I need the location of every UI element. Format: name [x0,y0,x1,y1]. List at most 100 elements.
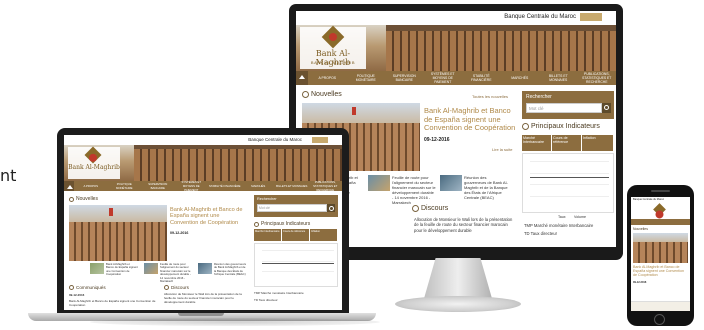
monitor-base [395,296,521,312]
communiques-date: 09-12-2016 [69,293,85,297]
nav-item-apropos[interactable]: A PROPOS [308,76,347,80]
logo-emblem-icon[interactable] [653,203,666,216]
topbar-title: Banque Centrale du Maroc [248,137,302,142]
site-header: Bank Al-Maghrib BANK AL-MAGHRIB [296,25,616,71]
clipped-text: nt [0,166,17,185]
nav-item-politique[interactable]: POLITIQUE MONÉTAIRE [108,182,142,190]
search-icon[interactable] [327,204,335,212]
tab-cours[interactable]: Cours de référence [552,135,582,151]
tab-interbancaire[interactable]: Marché Interbancaire [254,229,282,241]
discours-title: Discours [412,205,448,212]
home-button[interactable] [654,314,665,325]
tab-inflation[interactable]: Inflation [310,229,338,241]
nav-item-systemes[interactable]: SYSTÈMES ET MOYENS DE PAIEMENT [175,180,209,192]
news-section-title: Nouvelles [633,227,648,231]
read-more-link[interactable]: Lire la suite [492,147,512,152]
discours-text[interactable]: Allocution de Monsieur le Wali lors de l… [414,217,514,233]
site-header: Bank Al-Maghrib [64,145,342,181]
laptop-notch [178,313,224,316]
news-headline[interactable]: Bank Al-Maghrib et Banco de España signe… [170,207,246,226]
nav-item-supervision[interactable]: SUPERVISION BANCAIRE [385,74,424,82]
top-bar: Banque Centrale du Maroc [296,11,616,25]
news-date: 09-12-2016 [424,137,450,143]
bank-logo[interactable]: Bank Al-Maghrib [68,146,120,179]
laptop-site: Banque Centrale du Maroc Bank Al-Maghrib… [64,135,342,310]
indicators-chart [522,153,614,213]
news-item-2[interactable]: Feuille de route pour l'alignement du se… [392,175,436,205]
home-icon[interactable] [296,71,308,85]
news-item-3[interactable]: Réunion des gouverneurs de Bank Al-Maghr… [214,262,248,277]
communiques-icon [69,285,74,290]
search-input[interactable]: Mot clé [526,103,602,113]
nav-item-marches[interactable]: MARCHÉS [242,184,276,188]
bank-logo[interactable]: Bank Al-Maghrib BANK AL-MAGHRIB [300,25,366,69]
news-icon [302,91,309,98]
news-icon [69,196,74,202]
news-thumb-1[interactable] [90,263,104,274]
logo-emblem-icon [84,146,102,164]
tab-interbancaire[interactable]: Marché Interbancaire [522,135,552,151]
discours-text[interactable]: Allocution de Monsieur le Wali lors de l… [164,292,250,305]
nav-item-publications[interactable]: PUBLICATIONS, STATISTIQUES ET RECHERCHE [309,180,343,192]
bullet-tmp[interactable]: TMP Marché monétaire Interbancaire [254,291,304,295]
logo-name-en: BANK AL-MAGHRIB [310,60,356,65]
nav-item-politique[interactable]: POLITIQUE MONÉTAIRE [347,74,386,82]
phone-speaker [651,190,670,192]
news-thumb-2[interactable] [368,175,390,191]
topbar-title: Banque Centrale du Maroc [504,14,576,20]
phone-site: Banque Centrale du Maroc Nouvelles Bank … [631,197,690,311]
top-bar: Banque Centrale du Maroc [64,135,342,145]
news-date: 09-12-2016 [170,231,189,235]
legend-taux: Taux [558,215,566,219]
bullet-tmp[interactable]: TMP Marché monétaire Interbancaire [524,223,593,228]
nav-item-systemes[interactable]: SYSTÈMES ET MOYENS DE PAIEMENT [424,72,463,84]
chart-series-taux [530,177,610,179]
main-nav: A PROPOS POLITIQUE MONÉTAIRE SUPERVISION… [296,71,616,85]
language-switch[interactable] [580,13,602,21]
bullet-td[interactable]: TD Taux directeur [254,298,278,302]
nav-item-billets[interactable]: BILLETS ET MONNAIES [275,184,309,188]
news-thumb-2[interactable] [144,263,158,274]
news-item-1[interactable]: Bank Al-Maghrib et Banco de España signe… [106,262,138,277]
indicators-icon [254,221,259,227]
laptop-screen: Banque Centrale du Maroc Bank Al-Maghrib… [64,135,342,310]
indicators-icon [522,123,529,130]
search-input[interactable]: Mot clé [257,204,327,212]
laptop-shadow [90,318,380,326]
communiques-text[interactable]: Bank Al-Maghrib et Banco de España signe… [69,299,159,307]
news-item-3[interactable]: Réunion des gouverneurs de Bank Al-Maghr… [464,175,508,200]
news-headline[interactable]: Bank Al-Maghrib et Banco de España signe… [633,265,688,277]
news-hero-image[interactable] [633,233,688,263]
nav-item-billets[interactable]: BILLETS ET MONNAIES [539,74,578,82]
main-nav: A PROPOS POLITIQUE MONÉTAIRE SUPERVISION… [64,180,343,192]
news-hero-image[interactable] [69,205,167,261]
nav-item-supervision[interactable]: SUPERVISION BANCAIRE [141,182,175,190]
nav-item-apropos[interactable]: A PROPOS [74,184,108,188]
news-date: 09-12-2016 [633,281,647,284]
nav-item-stabilite[interactable]: STABILITÉ FINANCIÈRE [208,184,242,188]
nav-item-publications[interactable]: PUBLICATIONS, STATISTIQUES ET RECHERCHE [578,72,617,84]
nav-item-marches[interactable]: MARCHÉS [501,76,540,80]
logo-emblem-icon [321,25,345,49]
tab-cours[interactable]: Cours de référence [282,229,310,241]
indicators-chart [254,243,338,287]
all-news-link[interactable]: Toutes les nouvelles [472,94,508,99]
news-section-title: Nouvelles [69,196,98,202]
news-thumb-3[interactable] [198,263,212,274]
nav-item-stabilite[interactable]: STABILITÉ FINANCIÈRE [462,74,501,82]
main-nav[interactable] [631,219,690,225]
news-thumb-3[interactable] [440,175,462,191]
home-icon[interactable] [64,181,74,191]
communiques-title: Communiqués [69,285,106,290]
tab-inflation[interactable]: Inflation [582,135,614,151]
chart-series-taux [261,262,334,264]
search-title: Rechercher [257,197,277,201]
search-icon[interactable] [602,103,611,113]
indicators-title: Principaux Indicateurs [254,221,310,227]
news-item-2[interactable]: Feuille de route pour l'alignement du se… [160,262,194,284]
phone-toolbar [631,301,690,311]
news-headline[interactable]: Bank Al-Maghrib et Banco de España signe… [424,106,516,133]
language-switch[interactable] [312,137,328,143]
logo-name: Bank Al-Maghrib [68,164,120,171]
bullet-td[interactable]: TD Taux directeur [524,231,557,236]
